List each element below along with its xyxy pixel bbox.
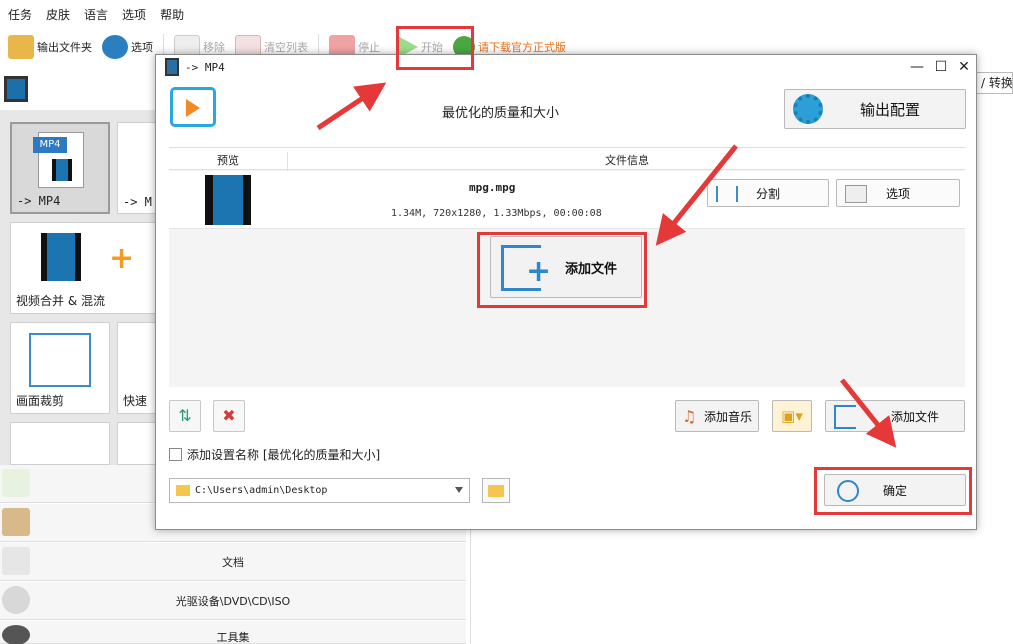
settings-icon	[845, 185, 867, 203]
music-note-icon	[2, 469, 30, 497]
mp4-badge: MP4	[33, 137, 67, 153]
file-options-button[interactable]: 选项	[836, 179, 960, 207]
film-icon	[205, 175, 251, 225]
add-music-button[interactable]: ♫ 添加音乐	[675, 400, 759, 432]
add-file-button[interactable]: 添加文件	[825, 400, 965, 432]
category-optical[interactable]: 光驱设备\DVD\CD\ISO	[0, 582, 466, 620]
music-note-icon: ♫	[682, 407, 697, 426]
add-file-large-button[interactable]: 添加文件	[490, 236, 642, 298]
sort-button[interactable]: ⇅	[169, 400, 201, 432]
film-icon	[165, 58, 179, 76]
menu-language[interactable]: 语言	[84, 6, 108, 23]
output-config-button[interactable]: 输出配置	[784, 89, 966, 129]
film-stack-icon	[41, 233, 81, 281]
menu-skin[interactable]: 皮肤	[46, 6, 70, 23]
menu-help[interactable]: 帮助	[160, 6, 184, 23]
checkbox-box[interactable]	[169, 448, 182, 461]
tile-partial-1[interactable]	[10, 422, 110, 465]
check-circle-icon	[837, 480, 859, 502]
file-table: 预览 文件信息 mpg.mpg 1.34M, 720x1280, 1.33Mbp…	[169, 147, 965, 387]
category-document[interactable]: 文档	[0, 543, 466, 581]
delete-icon: ✖	[222, 406, 236, 425]
add-file-icon	[834, 405, 856, 429]
file-table-header: 预览 文件信息	[169, 148, 965, 172]
menu-bar: 任务 皮肤 语言 选项 帮助	[0, 0, 1013, 28]
options-button[interactable]: 选项	[102, 35, 153, 59]
tile-partial-2[interactable]	[117, 422, 157, 465]
col-file-info: 文件信息	[605, 154, 649, 167]
image-icon	[2, 508, 30, 536]
options-icon	[102, 35, 128, 59]
checkbox-label: 添加设置名称 [最优化的质量和大小]	[187, 448, 381, 462]
menu-task[interactable]: 任务	[8, 6, 32, 23]
col-preview: 预览	[169, 152, 288, 172]
add-setting-name-checkbox[interactable]: 添加设置名称 [最优化的质量和大小]	[169, 446, 380, 463]
folder-icon	[176, 485, 190, 496]
maximize-icon[interactable]: ☐	[932, 58, 950, 76]
mp4-file-icon: MP4	[33, 132, 84, 188]
tile-to-m[interactable]: -> M	[117, 122, 157, 214]
file-info: 1.34M, 720x1280, 1.33Mbps, 00:00:08	[391, 208, 602, 219]
tile-to-mp4[interactable]: MP4 -> MP4	[10, 122, 110, 214]
output-folder-button[interactable]: 输出文件夹	[8, 35, 92, 59]
add-folder-button[interactable]: ▣▾	[772, 400, 812, 432]
dialog-title: -> MP4	[185, 60, 225, 74]
folder-icon	[8, 35, 34, 59]
file-name: mpg.mpg	[469, 181, 516, 194]
split-icon	[716, 186, 738, 202]
folder-plus-icon: ▣▾	[781, 407, 803, 425]
sort-arrows-icon: ⇅	[178, 406, 192, 425]
output-path-value: C:\Users\admin\Desktop	[195, 485, 328, 496]
video-play-icon	[170, 87, 216, 127]
right-panel-tab-fragment[interactable]: / 转换	[976, 72, 1013, 94]
output-path-select[interactable]: C:\Users\admin\Desktop	[169, 478, 470, 503]
dialog-titlebar: -> MP4 — ☐ ✕	[156, 55, 976, 79]
tile-quick[interactable]: 快速	[117, 322, 157, 414]
gear-icon	[793, 94, 823, 124]
close-icon[interactable]: ✕	[955, 58, 973, 76]
split-button[interactable]: 分割	[707, 179, 829, 207]
tile-crop[interactable]: 画面裁剪	[10, 322, 110, 414]
chevron-down-icon[interactable]	[455, 487, 463, 493]
add-file-icon	[501, 245, 551, 291]
delete-button[interactable]: ✖	[213, 400, 245, 432]
category-tools[interactable]: 工具集	[0, 621, 466, 644]
convert-dialog: -> MP4 — ☐ ✕ 最优化的质量和大小 输出配置 预览 文件信息 mpg.…	[155, 54, 977, 530]
film-icon	[52, 159, 72, 181]
plus-icon: +	[109, 241, 135, 276]
tile-video-merge[interactable]: + 视频合并 & 混流	[10, 222, 157, 314]
browse-folder-button[interactable]	[482, 478, 510, 503]
film-icon	[4, 76, 28, 102]
menu-options[interactable]: 选项	[122, 6, 146, 23]
table-row[interactable]: mpg.mpg 1.34M, 720x1280, 1.33Mbps, 00:00…	[169, 171, 965, 229]
scissors-icon	[29, 333, 91, 387]
profile-title: 最优化的质量和大小	[442, 106, 560, 121]
confirm-button[interactable]: 确定	[824, 474, 966, 506]
minimize-icon[interactable]: —	[908, 58, 926, 76]
